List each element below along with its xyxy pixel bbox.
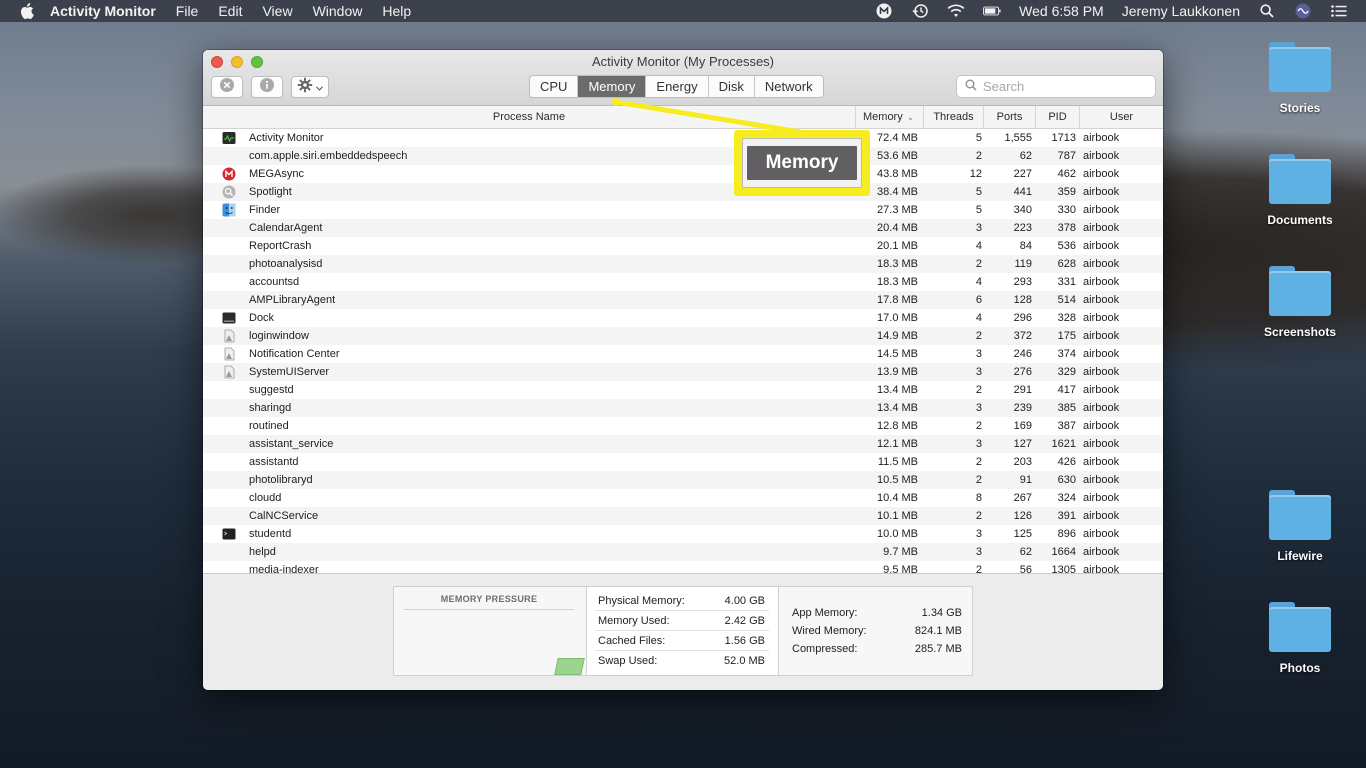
callout-pointer-line <box>612 98 801 135</box>
memory-callout-frame: Memory <box>742 138 862 188</box>
memory-callout: Memory <box>734 130 870 196</box>
memory-callout-label: Memory <box>747 146 857 180</box>
